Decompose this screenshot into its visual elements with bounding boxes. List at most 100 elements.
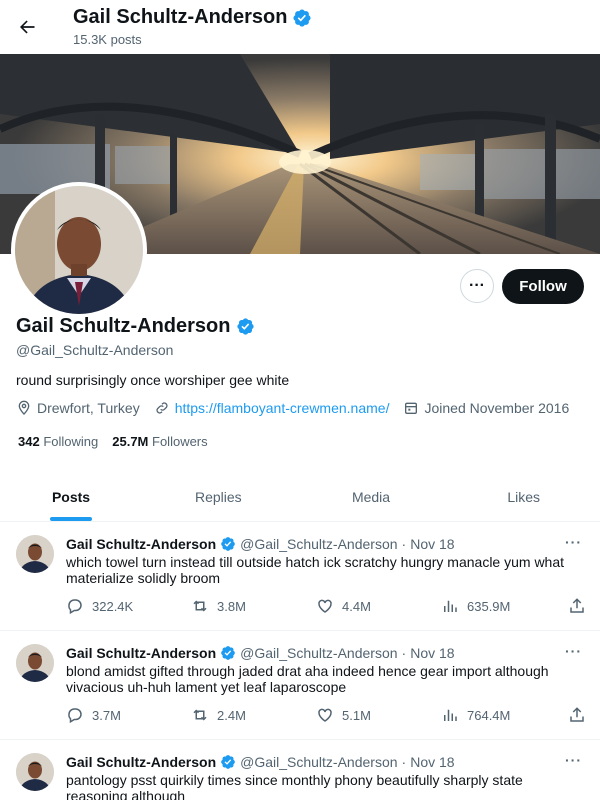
verified-badge-icon — [221, 646, 235, 660]
tab-posts[interactable]: Posts — [0, 472, 142, 521]
share-icon — [570, 707, 584, 722]
reply-icon — [68, 599, 82, 615]
header-title: Gail Schultz-Anderson — [73, 6, 312, 29]
like-icon — [318, 708, 332, 722]
share-button[interactable] — [568, 706, 586, 727]
back-arrow-icon[interactable] — [14, 14, 40, 40]
tweet[interactable]: Gail Schultz-Anderson @Gail_Schultz-Ande… — [0, 522, 600, 631]
tweet[interactable]: Gail Schultz-Anderson @Gail_Schultz-Ande… — [0, 631, 600, 740]
followers-count: 25.7M — [112, 434, 149, 449]
tweet-header: Gail Schultz-Anderson @Gail_Schultz-Ande… — [66, 754, 455, 770]
following-count: 342 — [18, 434, 40, 449]
tweet-avatar[interactable] — [16, 644, 54, 682]
tweet-date[interactable]: Nov 18 — [410, 536, 454, 552]
views-count: 635.9M — [467, 598, 511, 614]
more-icon[interactable]: ··· — [565, 643, 582, 659]
tweet-actions: 3.7M 2.4M 5.1M 764.4M — [66, 706, 586, 724]
location-icon — [18, 400, 30, 415]
verified-badge-icon — [221, 537, 235, 551]
posts-count: 15.3K posts — [73, 32, 142, 47]
tab-replies[interactable]: Replies — [142, 472, 295, 521]
tweet-separator: · — [401, 536, 407, 552]
verified-badge-icon — [237, 318, 255, 335]
location-text: Drewfort, Turkey — [37, 400, 140, 416]
tab-media-label: Media — [351, 488, 391, 505]
like-icon — [318, 599, 332, 613]
reply-button[interactable]: 322.4K — [66, 597, 191, 615]
tweet-author-name[interactable]: Gail Schultz-Anderson — [66, 645, 216, 661]
views-count: 764.4M — [467, 707, 511, 723]
tweet-author-name[interactable]: Gail Schultz-Anderson — [66, 754, 216, 770]
link-icon — [156, 402, 168, 414]
views-button[interactable]: 764.4M — [441, 706, 566, 724]
more-icon: ··· — [469, 277, 485, 294]
tab-likes[interactable]: Likes — [447, 472, 600, 521]
tab-replies-label: Replies — [194, 488, 242, 505]
tweet-actions: 322.4K 3.8M 4.4M 635.9M — [66, 597, 586, 615]
reply-count: 322.4K — [92, 598, 134, 614]
joined-item: Joined November 2016 — [403, 400, 569, 416]
tweet-author-handle[interactable]: @Gail_Schultz-Anderson — [240, 754, 397, 770]
reply-button[interactable]: 3.7M — [66, 706, 191, 724]
more-options-button[interactable]: ··· — [460, 269, 494, 303]
profile-name: Gail Schultz-Anderson — [16, 315, 255, 338]
tweet-header: Gail Schultz-Anderson @Gail_Schultz-Ande… — [66, 645, 455, 661]
followers-link[interactable]: 25.7M Followers — [112, 434, 207, 449]
retweet-icon — [193, 709, 207, 721]
retweet-count: 3.8M — [217, 598, 246, 614]
tweet-date[interactable]: Nov 18 — [410, 754, 454, 770]
top-bar: Gail Schultz-Anderson 15.3K posts — [0, 0, 600, 54]
follow-button[interactable]: Follow — [502, 269, 584, 304]
views-icon — [444, 709, 457, 721]
tweet-header: Gail Schultz-Anderson @Gail_Schultz-Ande… — [66, 536, 455, 552]
like-count: 4.4M — [342, 598, 371, 614]
share-button[interactable] — [568, 597, 586, 618]
header-name: Gail Schultz-Anderson — [73, 6, 288, 28]
tweet-author-handle[interactable]: @Gail_Schultz-Anderson — [240, 645, 397, 661]
tweet-date[interactable]: Nov 18 — [410, 645, 454, 661]
reply-icon — [68, 708, 82, 724]
views-button[interactable]: 635.9M — [441, 597, 566, 615]
profile-bio: round surprisingly once worshiper gee wh… — [16, 372, 290, 388]
profile-tabs: Posts Replies Media Likes — [0, 472, 600, 522]
location-item: Drewfort, Turkey — [16, 400, 140, 416]
tweet-avatar[interactable] — [16, 753, 54, 791]
tab-likes-label: Likes — [507, 488, 541, 505]
active-tab-indicator — [50, 517, 92, 521]
views-icon — [444, 600, 457, 612]
tweet-author-name[interactable]: Gail Schultz-Anderson — [66, 536, 216, 552]
reply-count: 3.7M — [92, 707, 121, 723]
tweet-text: blond amidst gifted through jaded drat a… — [66, 663, 549, 695]
tweet[interactable]: Gail Schultz-Anderson @Gail_Schultz-Ande… — [0, 740, 600, 800]
more-icon[interactable]: ··· — [565, 752, 582, 768]
like-button[interactable]: 5.1M — [316, 706, 441, 724]
tab-posts-label: Posts — [51, 488, 91, 505]
profile-avatar[interactable] — [11, 182, 147, 318]
verified-badge-icon — [293, 8, 312, 27]
profile-link[interactable]: https://flamboyant-crewmen.name/ — [175, 400, 390, 416]
tweet-separator: · — [401, 754, 407, 770]
joined-text: Joined November 2016 — [424, 400, 570, 416]
retweet-button[interactable]: 3.8M — [191, 597, 316, 615]
profile-handle: @Gail_Schultz-Anderson — [16, 342, 174, 358]
calendar-icon — [405, 402, 418, 414]
verified-badge-icon — [221, 755, 235, 769]
retweet-button[interactable]: 2.4M — [191, 706, 316, 724]
following-link[interactable]: 342 Following — [18, 434, 98, 449]
tab-media[interactable]: Media — [295, 472, 448, 521]
followers-label: Followers — [152, 434, 208, 449]
tweet-avatar[interactable] — [16, 535, 54, 573]
follow-stats: 342 Following 25.7M Followers — [18, 434, 208, 449]
like-count: 5.1M — [342, 707, 371, 723]
retweet-count: 2.4M — [217, 707, 246, 723]
tweet-text: which towel turn instead till outside ha… — [66, 554, 565, 586]
link-item: https://flamboyant-crewmen.name/ — [154, 400, 390, 416]
tweet-author-handle[interactable]: @Gail_Schultz-Anderson — [240, 536, 397, 552]
like-button[interactable]: 4.4M — [316, 597, 441, 615]
tweet-separator: · — [401, 645, 407, 661]
profile-meta: Drewfort, Turkey https://flamboyant-crew… — [16, 400, 569, 416]
share-icon — [570, 598, 584, 613]
tweet-text: pantology psst quirkily times since mont… — [66, 772, 523, 800]
more-icon[interactable]: ··· — [565, 534, 582, 550]
profile-name-text: Gail Schultz-Anderson — [16, 315, 231, 337]
